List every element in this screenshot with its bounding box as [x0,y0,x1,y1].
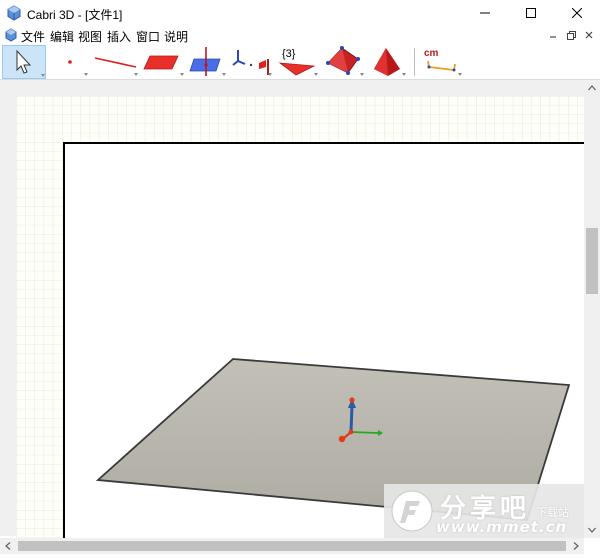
maximize-icon [526,8,536,18]
chevron-left-icon [5,542,11,550]
polyhedron-icon [326,46,364,76]
scroll-down-button[interactable] [584,522,600,538]
toolbar: {3} cm [0,44,600,80]
doc-restore-button[interactable] [564,28,578,42]
transformation-icon [232,50,272,76]
tool-plane[interactable] [142,45,186,79]
minimize-icon [480,12,490,14]
watermark-url: www.mmet.cn [436,518,568,536]
toolbar-separator [414,48,415,76]
menu-help[interactable]: 说明 [164,28,188,45]
menu-bar: 文件 编辑 视图 插入 窗口 说明 [0,26,600,44]
close-icon [585,31,593,39]
tool-pointer[interactable] [2,45,46,79]
y-axis [350,431,379,434]
x-axis-point[interactable] [338,435,346,443]
vertical-scroll-thumb[interactable] [586,228,598,294]
document-icon[interactable] [4,28,18,42]
chevron-up-icon [588,85,596,91]
title-bar: Cabri 3D - [文件1] [0,0,600,26]
pyramid-icon [374,48,406,76]
scroll-left-button[interactable] [0,538,16,554]
vertical-scrollbar[interactable] [584,80,600,538]
point-icon [68,60,88,76]
horizontal-scroll-thumb[interactable] [18,541,566,551]
minimize-icon [550,36,556,38]
close-button[interactable] [554,0,600,26]
tool-measure[interactable]: cm [418,45,464,79]
scroll-right-button[interactable] [568,538,584,554]
menu-view[interactable]: 视图 [78,28,102,45]
z-axis [349,404,354,433]
watermark-logo-icon [391,490,433,532]
menu-edit[interactable]: 编辑 [50,28,74,45]
origin-point[interactable] [348,429,354,435]
horizontal-scrollbar[interactable] [0,538,584,554]
menu-window[interactable]: 窗口 [136,28,160,45]
tool-transformation[interactable] [230,45,274,79]
canvas-drawing[interactable] [16,96,584,538]
minimize-button[interactable] [462,0,508,26]
maximize-button[interactable] [508,0,554,26]
menu-file[interactable]: 文件 [21,28,45,45]
restore-icon [566,30,576,40]
tool-regular-polygon[interactable]: {3} [276,45,320,79]
doc-minimize-button[interactable] [546,28,560,42]
regular-polygon-icon: {3} [278,48,318,76]
tool-line[interactable] [92,45,140,79]
perpendicular-icon [189,47,226,76]
plane-icon [143,55,184,76]
close-icon [572,8,582,18]
doc-close-button[interactable] [582,28,596,42]
tool-pyramid[interactable] [368,45,408,79]
watermark: 分享吧 下载站 www.mmet.cn [384,484,584,538]
tool-measure-label: cm [424,48,439,59]
3d-canvas[interactable] [16,96,584,538]
scroll-up-button[interactable] [584,80,600,96]
line-icon [94,57,138,76]
tool-polyhedron[interactable] [322,45,366,79]
pointer-icon [16,49,45,77]
tool-regular-polygon-label: {3} [282,48,296,60]
chevron-down-icon [588,527,596,533]
measure-icon: cm [424,48,462,76]
menu-insert[interactable]: 插入 [107,28,131,45]
window-title: Cabri 3D - [文件1] [27,8,123,22]
z-axis-point[interactable] [349,397,355,403]
tool-point[interactable] [50,45,90,79]
cabri-app-icon [7,5,21,21]
tool-perpendicular[interactable] [188,45,228,79]
chevron-right-icon [573,542,579,550]
